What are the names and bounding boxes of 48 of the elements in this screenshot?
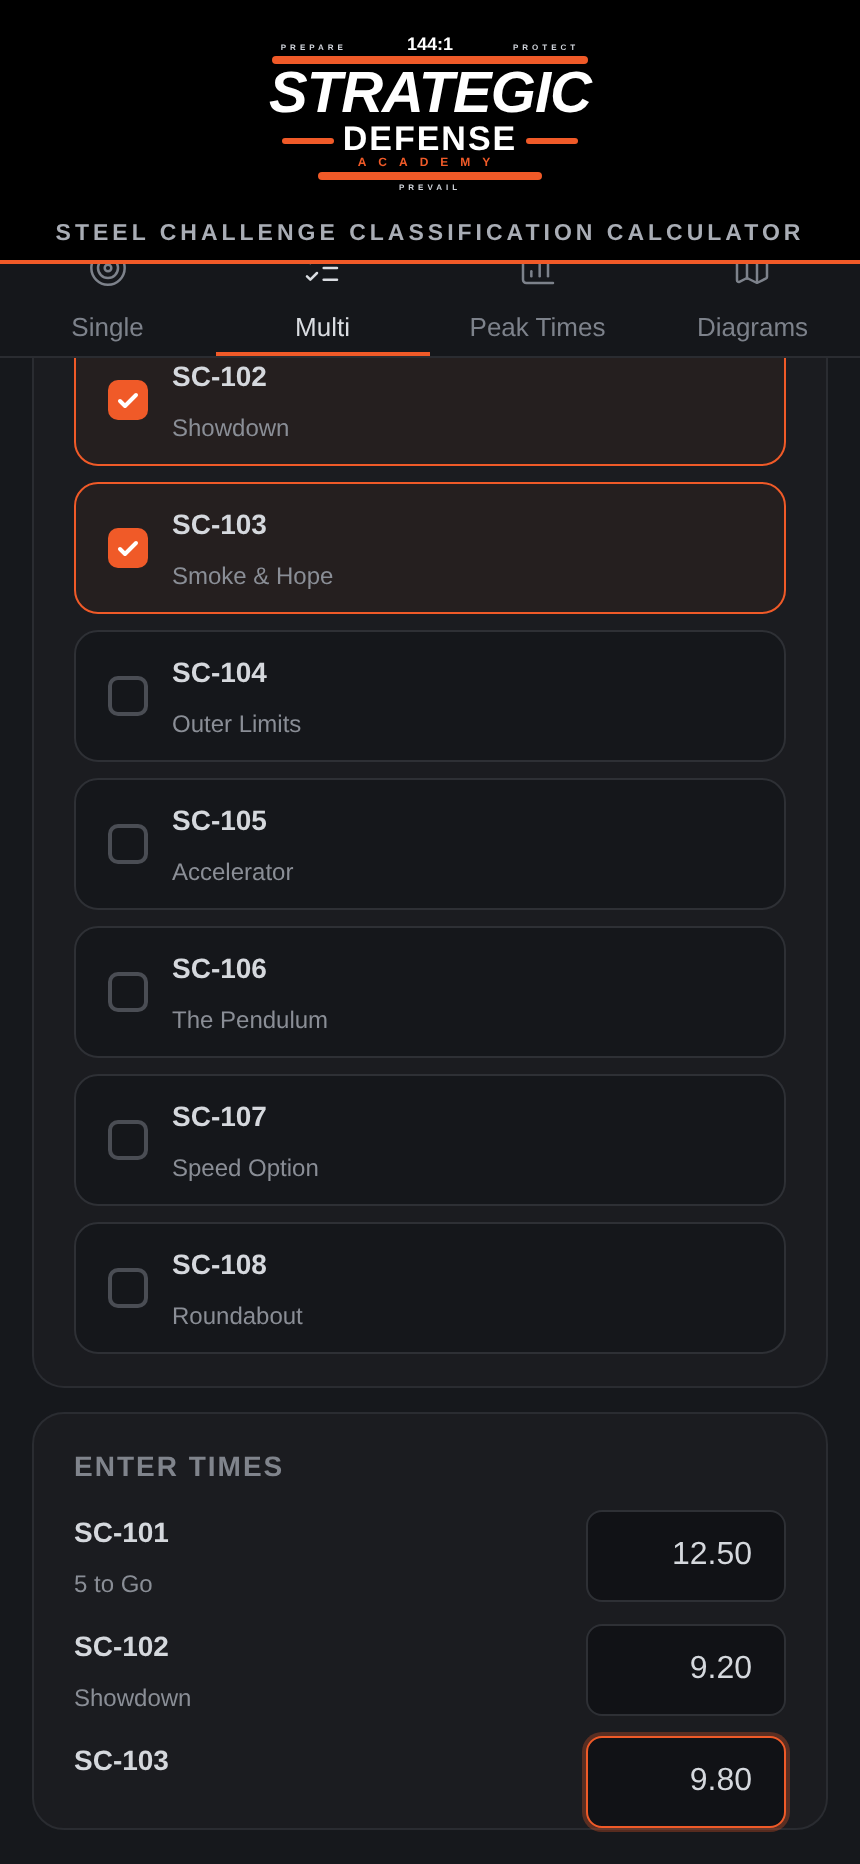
stage-card[interactable]: SC-103 Smoke & Hope (74, 482, 786, 614)
stage-card[interactable]: SC-106 The Pendulum (74, 926, 786, 1058)
stage-name: Showdown (172, 411, 290, 445)
checkbox[interactable] (108, 1120, 148, 1160)
time-field[interactable]: 9.20 (586, 1623, 786, 1715)
stage-code: SC-107 (172, 1097, 269, 1135)
stage-name: Outer Limits (172, 707, 302, 741)
checkbox[interactable] (108, 1268, 148, 1308)
stage-name: Roundabout (172, 1299, 303, 1333)
stage-code: SC-106 (172, 949, 269, 987)
tab[interactable]: Diagrams (645, 264, 860, 356)
logo-title: DEFENSE (342, 124, 518, 156)
logo-bar (525, 137, 578, 143)
stage-name: 5 to Go (74, 1568, 155, 1602)
checkbox[interactable] (108, 380, 148, 420)
stage-code: SC-102 (74, 1628, 171, 1666)
stage-card[interactable]: SC-108 Roundabout (74, 1222, 786, 1354)
check-icon (116, 536, 140, 560)
checkbox[interactable] (108, 676, 148, 716)
stage-card[interactable]: SC-107 Speed Option (74, 1074, 786, 1206)
stage-card[interactable]: SC-105 Accelerator (74, 778, 786, 910)
app-subtitle: STEEL CHALLENGE CLASSIFICATION CALCULATOR (55, 220, 805, 250)
stage-code: SC-102 (172, 358, 269, 395)
time-field[interactable]: 12.50 (586, 1509, 786, 1601)
stage-code: SC-103 (74, 1742, 169, 1780)
section-heading: ENTER TIMES (74, 1448, 287, 1486)
checkbox[interactable] (108, 972, 148, 1012)
time-field[interactable]: 9.80 (586, 1736, 786, 1828)
check-icon (116, 388, 140, 412)
stage-card[interactable]: SC-102 Showdown (74, 358, 786, 466)
stage-card[interactable]: SC-104 Outer Limits (74, 630, 786, 762)
stage-name: Speed Option (172, 1151, 319, 1185)
logo-title: STRATEGIC (269, 64, 591, 124)
tab[interactable]: Peak Times (430, 264, 645, 356)
stage-name: Smoke & Hope (172, 559, 334, 593)
stage-code: SC-103 (172, 505, 269, 543)
stage-code: SC-108 (172, 1245, 269, 1283)
stage-name: Accelerator (172, 855, 294, 889)
tab[interactable]: Single (0, 264, 215, 356)
stage-code: SC-104 (172, 653, 269, 691)
stage-code: SC-105 (172, 801, 269, 839)
checkbox[interactable] (108, 528, 148, 568)
logo-bar (282, 137, 335, 143)
stage-code: SC-101 (74, 1514, 169, 1552)
stage-name: Showdown (74, 1682, 192, 1716)
stage-name: The Pendulum (172, 1003, 329, 1037)
checkbox[interactable] (108, 824, 148, 864)
logo-ratio: 144:1 (406, 36, 453, 54)
